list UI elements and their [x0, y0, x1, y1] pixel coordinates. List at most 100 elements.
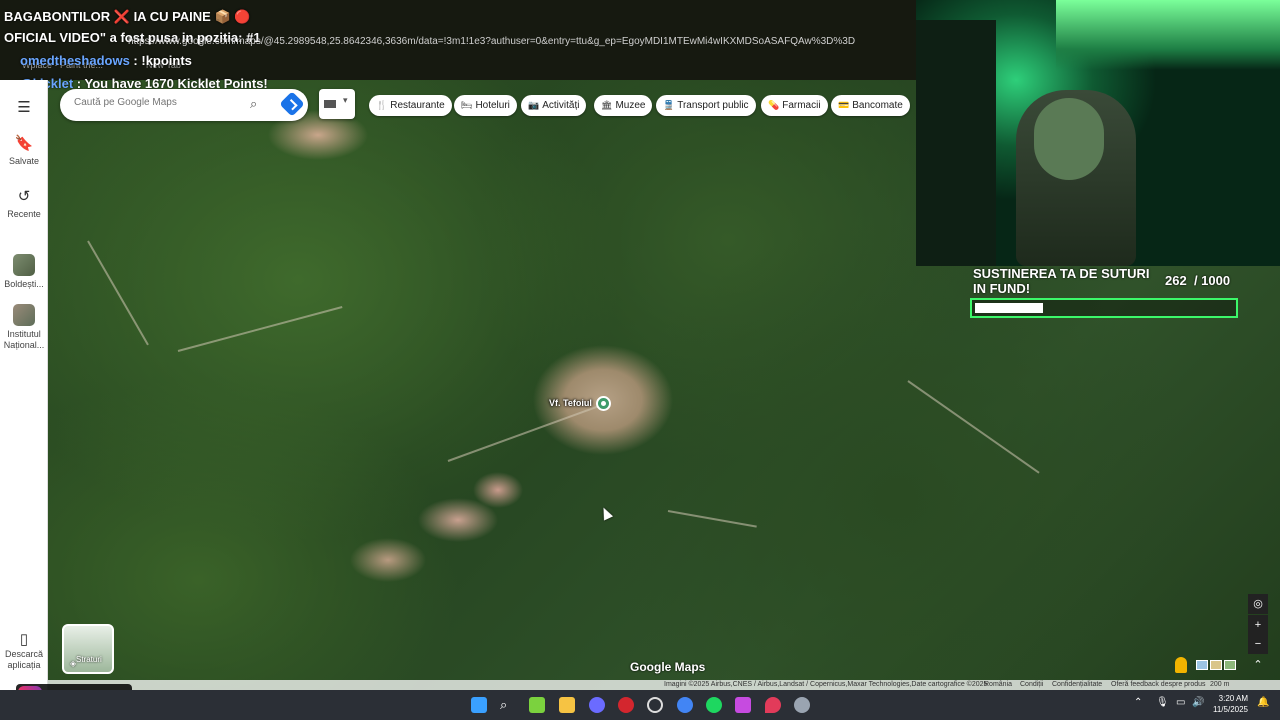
streamer-head — [1034, 98, 1104, 180]
map-road — [447, 405, 599, 462]
recent-place-label: Boldești... — [4, 279, 44, 289]
microphone-icon[interactable]: 🎙 — [1156, 697, 1169, 708]
pharmacy-icon: 💊 — [768, 100, 780, 110]
phone-icon: ▯ — [19, 631, 29, 648]
zoom-out-button[interactable]: − — [1248, 634, 1268, 654]
webcam-feed — [916, 0, 1280, 266]
chip-pharmacies[interactable]: 💊 Farmacii — [761, 95, 828, 116]
zoom-in-button[interactable]: + — [1248, 615, 1268, 635]
goal-title: SUSTINEREA TA DE SUTURI IN FUND! — [973, 266, 1150, 296]
map-pin-icon[interactable] — [765, 697, 781, 713]
media-player-icon[interactable] — [618, 697, 634, 713]
footer-link[interactable]: Confidențialitate — [1052, 680, 1102, 690]
search-input[interactable] — [74, 97, 244, 108]
chip-activities[interactable]: 📷 Activități — [521, 95, 587, 116]
recent-place-boldesti[interactable]: Boldești... — [0, 254, 48, 289]
fork-icon: 🍴 — [376, 100, 388, 110]
map-type-toggle[interactable]: ▾ — [319, 89, 355, 119]
chat-username: omedtheshadows — [20, 53, 130, 68]
map-road — [667, 510, 757, 528]
download-app-button[interactable]: ▯ Descarcă aplicația — [0, 631, 48, 671]
chat-separator: : — [129, 53, 142, 68]
chip-label: Muzee — [615, 100, 646, 111]
train-icon: 🚆 — [663, 100, 675, 110]
recent-label: Recente — [7, 209, 41, 219]
chevron-down-icon: ▾ — [343, 95, 348, 105]
chip-label: Bancomate — [852, 100, 903, 111]
atm-icon: 💳 — [838, 100, 850, 110]
museum-icon: 🏛 — [601, 100, 613, 110]
directions-icon[interactable] — [279, 91, 305, 117]
menu-icon[interactable]: ☰ — [0, 98, 48, 116]
stream-chat-overlay: BAGABONTILOR ❌ IA CU PAINE 📦 🔴 OFICIAL V… — [0, 0, 916, 91]
map-road — [87, 240, 149, 346]
footer-link[interactable]: Oferă feedback despre produs — [1111, 680, 1206, 690]
chip-label: Restaurante — [390, 100, 445, 111]
layers-label: ◈ Straturi — [70, 655, 102, 668]
pegman-icon[interactable] — [1175, 657, 1187, 673]
chip-transit[interactable]: 🚆 Transport public — [656, 95, 756, 116]
chat-message: omedtheshadows : !kpoints — [20, 53, 192, 68]
place-thumbnail — [13, 254, 35, 276]
green-light — [1056, 0, 1280, 70]
keyboard-icon — [324, 100, 336, 108]
goal-current: 262 — [1165, 273, 1187, 288]
start-icon[interactable] — [471, 697, 487, 713]
app-icon[interactable] — [529, 697, 545, 713]
peak-pin-icon[interactable] — [596, 396, 611, 411]
maps-sidebar: ☰ 🔖 Salvate ↺ Recente Boldești... Instit… — [0, 80, 48, 690]
layer-icon[interactable] — [1210, 660, 1222, 670]
chat-message: BAGABONTILOR ❌ IA CU PAINE 📦 🔴 — [4, 9, 251, 24]
footer-link[interactable]: România — [984, 680, 1012, 690]
google-maps-logo: Google Maps — [630, 660, 706, 674]
clock-time: 3:20 AM — [1218, 694, 1248, 703]
saved-button[interactable]: 🔖 Salvate — [0, 134, 48, 166]
volume-icon[interactable]: 🔊 — [1192, 697, 1204, 708]
clock[interactable]: 3:20 AM 11/5/2025 — [1213, 693, 1248, 715]
collapse-icon[interactable]: ⌃ — [1248, 655, 1268, 675]
network-icon[interactable]: ▭ — [1176, 697, 1185, 708]
app-icon[interactable] — [735, 697, 751, 713]
settings-icon[interactable] — [794, 697, 810, 713]
layer-icon[interactable] — [1196, 660, 1208, 670]
my-location-icon[interactable]: ◎ — [1248, 594, 1268, 614]
recent-place-institutul[interactable]: Institutul Național... — [0, 304, 48, 351]
folder-icon[interactable] — [559, 697, 575, 713]
place-label[interactable]: Vf. Tefoiul — [549, 398, 592, 408]
layer-icon[interactable] — [1224, 660, 1236, 670]
chip-restaurants[interactable]: 🍴 Restaurante — [369, 95, 452, 116]
tray-chevron-icon[interactable]: ⌃ — [1134, 697, 1142, 708]
windows-taskbar — [0, 690, 1280, 720]
chat-text: !kpoints — [141, 53, 192, 68]
chip-atms[interactable]: 💳 Bancomate — [831, 95, 910, 116]
search-box[interactable]: ⌕ — [60, 89, 308, 121]
recent-button[interactable]: ↺ Recente — [0, 187, 48, 219]
download-app-label: Descarcă aplicația — [4, 649, 43, 670]
goal-count: 262 / 1000 — [1165, 273, 1230, 288]
chip-museums[interactable]: 🏛 Muzee — [594, 95, 653, 116]
map-road — [177, 306, 343, 352]
chip-label: Farmacii — [782, 100, 821, 111]
browser-url[interactable]: https://www.google.com/maps/@45.2989548,… — [128, 36, 855, 47]
goal-progress-fill — [975, 303, 1043, 313]
goal-progress-bar — [970, 298, 1238, 318]
obs-icon[interactable] — [647, 697, 663, 713]
notification-icon[interactable]: 🔔 — [1257, 697, 1269, 708]
discord-icon[interactable] — [589, 697, 605, 713]
map-road — [907, 380, 1040, 474]
spotify-icon[interactable] — [706, 697, 722, 713]
layers-label-text: Straturi — [76, 655, 102, 664]
bookmark-icon: 🔖 — [14, 135, 34, 152]
saved-label: Salvate — [8, 156, 40, 166]
chrome-icon[interactable] — [677, 697, 693, 713]
search-icon[interactable]: ⌕ — [500, 697, 516, 713]
bed-icon: 🛏 — [461, 100, 473, 110]
layers-button[interactable]: ◈ Straturi — [62, 624, 114, 674]
place-thumbnail — [13, 304, 35, 326]
search-icon[interactable]: ⌕ — [250, 96, 257, 112]
footer-link[interactable]: Condiții — [1020, 680, 1043, 690]
attribution-bar: Imagini ©2025 Airbus,CNES / Airbus,Lands… — [48, 680, 1280, 690]
camera-icon: 📷 — [528, 100, 540, 110]
chip-hotels[interactable]: 🛏 Hoteluri — [454, 95, 517, 116]
clock-date: 11/5/2025 — [1213, 705, 1248, 714]
